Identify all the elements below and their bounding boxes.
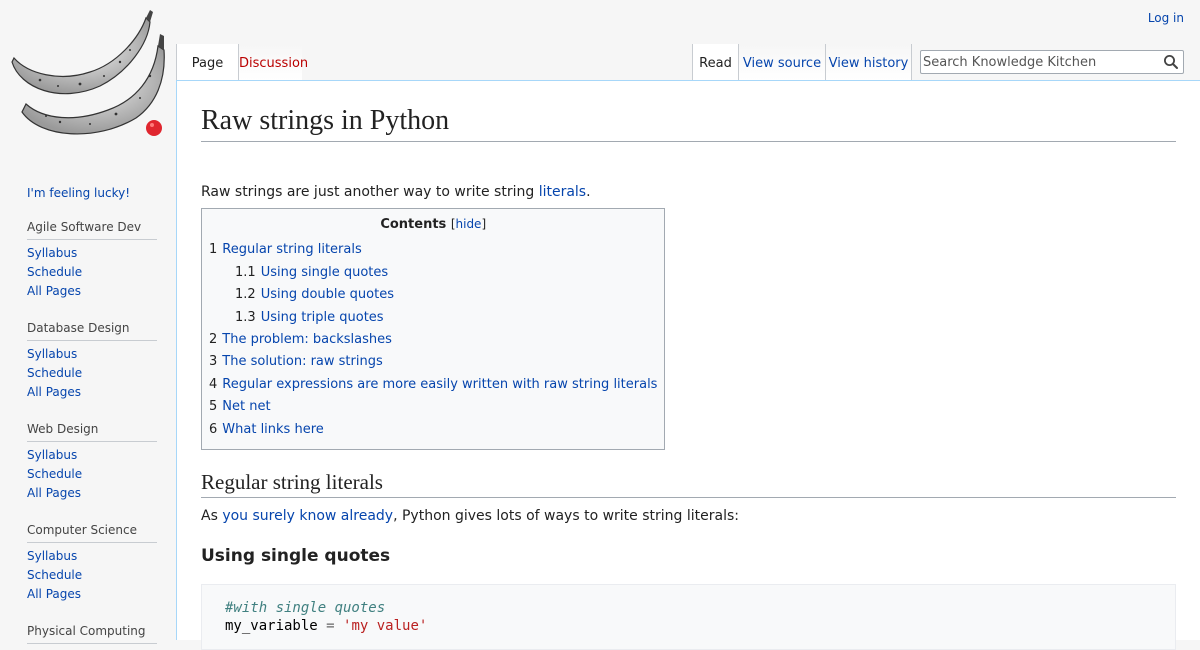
- search-input[interactable]: [923, 53, 1153, 71]
- section-heading: Regular string literals: [201, 470, 1176, 499]
- sidebar-section-computer-science: Computer Science Syllabus Schedule All P…: [27, 523, 157, 604]
- tab-read[interactable]: Read: [692, 44, 739, 80]
- literals-link[interactable]: literals: [539, 184, 586, 200]
- sidebar-section-database: Database Design Syllabus Schedule All Pa…: [27, 321, 157, 402]
- sidebar-lucky: I'm feeling lucky!: [27, 186, 157, 200]
- toc-item[interactable]: 1 Regular string literals: [209, 239, 657, 261]
- sidebar-item-syllabus[interactable]: Syllabus: [27, 448, 77, 462]
- toc-title: Contents [hide]: [380, 217, 487, 233]
- sidebar-item-all-pages[interactable]: All Pages: [27, 587, 81, 601]
- sidebar-heading: Computer Science: [27, 523, 157, 543]
- sidebar-section-physical-computing: Physical Computing: [27, 624, 157, 644]
- sidebar-section-agile: Agile Software Dev Syllabus Schedule All…: [27, 220, 157, 301]
- main-content: Raw strings in Python Raw strings are ju…: [176, 80, 1200, 650]
- sidebar-heading: Physical Computing: [27, 624, 157, 644]
- page-title: Raw strings in Python: [201, 81, 1176, 143]
- toc-item[interactable]: 5 Net net: [209, 396, 657, 418]
- code-operator: =: [326, 618, 335, 635]
- tab-view-history[interactable]: View history: [826, 44, 912, 80]
- code-variable: my_variable: [225, 618, 318, 635]
- subsection-heading: Using single quotes: [201, 546, 391, 567]
- tab-view-source[interactable]: View source: [739, 44, 826, 80]
- toc-item[interactable]: 4 Regular expressions are more easily wri…: [209, 374, 657, 396]
- code-string: 'my value': [343, 618, 428, 635]
- tab-discussion[interactable]: Discussion: [239, 44, 308, 80]
- toc-item[interactable]: 1.1 Using single quotes: [209, 262, 657, 284]
- sidebar-item-schedule[interactable]: Schedule: [27, 366, 82, 380]
- sidebar-heading: Web Design: [27, 422, 157, 442]
- sidebar-item-schedule[interactable]: Schedule: [27, 265, 82, 279]
- intro-paragraph: Raw strings are just another way to writ…: [201, 184, 591, 201]
- sidebar-navigation: I'm feeling lucky! Agile Software Dev Sy…: [0, 160, 176, 644]
- code-comment: #with single quotes: [225, 600, 386, 617]
- table-of-contents: Contents [hide] 1 Regular string literals…: [201, 208, 666, 451]
- sidebar-heading: Agile Software Dev: [27, 220, 157, 240]
- tab-page[interactable]: Page: [177, 44, 239, 80]
- search-box: [920, 50, 1184, 74]
- toc-item[interactable]: 1.2 Using double quotes: [209, 284, 657, 306]
- sidebar-section-web-design: Web Design Syllabus Schedule All Pages: [27, 422, 157, 503]
- toc-item[interactable]: 3 The solution: raw strings: [209, 351, 657, 373]
- sidebar-item-syllabus[interactable]: Syllabus: [27, 549, 77, 563]
- sidebar-item-all-pages[interactable]: All Pages: [27, 486, 81, 500]
- toc-item[interactable]: 6 What links here: [209, 419, 657, 441]
- sidebar-item-all-pages[interactable]: All Pages: [27, 385, 81, 399]
- section-paragraph: As you surely know already, Python gives…: [201, 508, 739, 525]
- toc-list: 1 Regular string literals 1.1 Using single…: [209, 239, 657, 441]
- sidebar-item-schedule[interactable]: Schedule: [27, 568, 82, 582]
- sidebar-heading: Database Design: [27, 321, 157, 341]
- code-block: #with single quotes my_variable = 'my va…: [201, 584, 1176, 650]
- toc-item[interactable]: 1.3 Using triple quotes: [209, 307, 657, 329]
- tab-group-namespaces: Page Discussion: [176, 44, 308, 80]
- toc-item[interactable]: 2 The problem: backslashes: [209, 329, 657, 351]
- surely-know-link[interactable]: you surely know already: [222, 508, 393, 524]
- sidebar-item-all-pages[interactable]: All Pages: [27, 284, 81, 298]
- search-button[interactable]: [1163, 54, 1179, 70]
- sidebar-item-lucky[interactable]: I'm feeling lucky!: [27, 186, 130, 200]
- sidebar-item-syllabus[interactable]: Syllabus: [27, 347, 77, 361]
- search-icon: [1164, 55, 1178, 69]
- sidebar-item-schedule[interactable]: Schedule: [27, 467, 82, 481]
- page-tabs: Page Discussion Read View source View hi…: [0, 0, 1200, 80]
- sidebar-item-syllabus[interactable]: Syllabus: [27, 246, 77, 260]
- toc-hide-link[interactable]: hide: [456, 217, 482, 231]
